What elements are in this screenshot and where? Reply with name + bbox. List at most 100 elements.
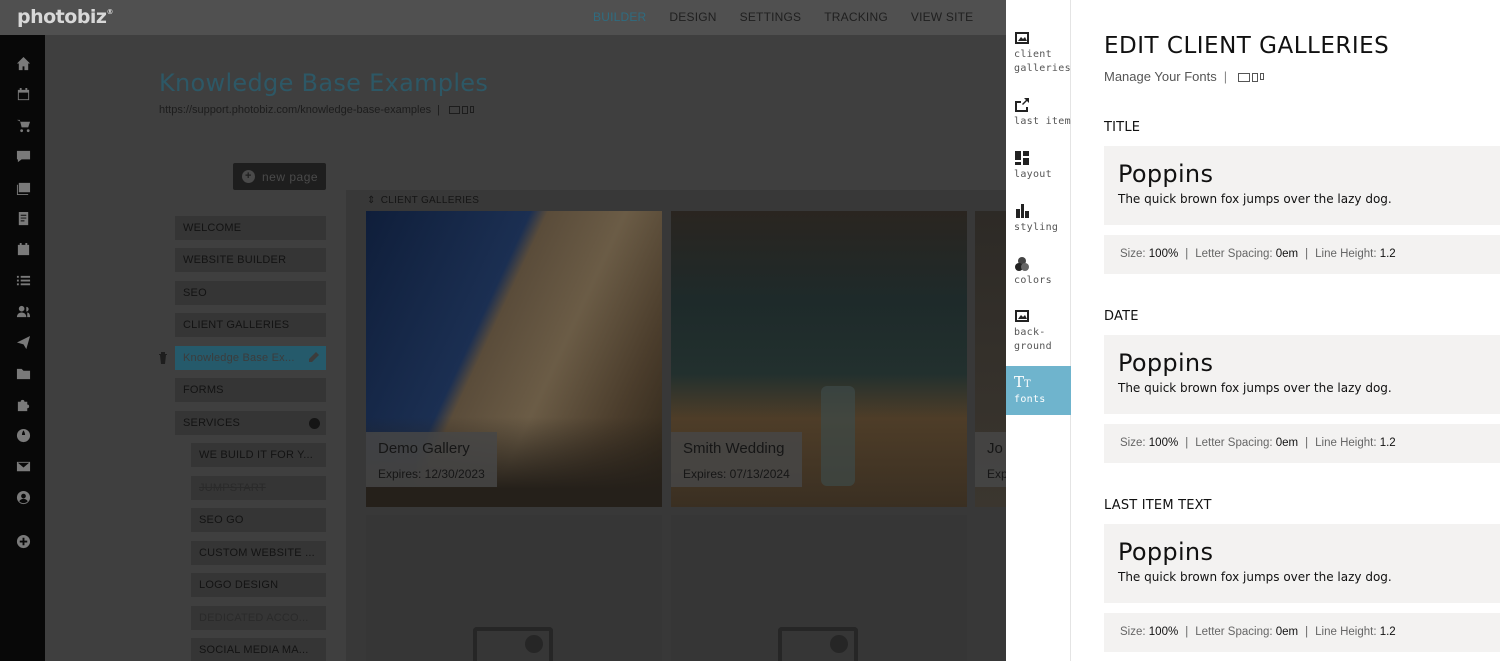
gallery-card-demo[interactable]: Demo Gallery Expires: 12/30/2023 xyxy=(366,211,662,507)
page-item-welcome[interactable]: WELCOME xyxy=(175,216,326,240)
font-size-value: 100% xyxy=(1148,437,1179,449)
home-icon[interactable] xyxy=(15,55,31,71)
page-item-knowledge-base[interactable]: Knowledge Base Ex... xyxy=(175,346,326,370)
device-preview-icons[interactable] xyxy=(449,106,475,115)
tab-colors[interactable]: colors xyxy=(1006,256,1071,306)
section-heading-last-item: LAST ITEM TEXT xyxy=(1104,498,1212,513)
gallery-caption: Smith Wedding Expires: 07/13/2024 xyxy=(671,432,802,487)
tab-client-galleries[interactable]: client galleries xyxy=(1006,30,1071,80)
tab-fonts[interactable]: TT fonts xyxy=(1006,366,1071,415)
tablet-icon[interactable] xyxy=(462,106,469,115)
globe-icon[interactable] xyxy=(15,427,31,443)
puzzle-icon[interactable] xyxy=(15,396,31,412)
tab-background[interactable]: back- ground xyxy=(1006,308,1071,358)
module-label: ⇕ CLIENT GALLERIES xyxy=(367,195,480,206)
gallery-name: Demo Gallery xyxy=(378,440,470,457)
plus-icon: + xyxy=(242,170,255,183)
edit-panel: EDIT CLIENT GALLERIES Manage Your Fonts |… xyxy=(1071,0,1500,661)
device-preview-icons[interactable] xyxy=(1237,73,1264,83)
nav-builder[interactable]: BUILDER xyxy=(593,0,646,35)
page-item-forms[interactable]: FORMS xyxy=(175,378,326,402)
list-icon[interactable] xyxy=(15,272,31,288)
font-name: Poppins xyxy=(1118,349,1214,377)
image-placeholder-icon xyxy=(778,627,858,661)
new-page-button[interactable]: + new page xyxy=(233,163,326,190)
tab-last-item[interactable]: last item xyxy=(1006,97,1071,147)
contacts-icon[interactable] xyxy=(15,303,31,319)
cart-icon[interactable] xyxy=(15,117,31,133)
line-height-value: 1.2 xyxy=(1379,626,1396,638)
add-icon[interactable] xyxy=(15,533,31,549)
page-url[interactable]: https://support.photobiz.com/knowledge-b… xyxy=(159,104,431,116)
font-preview-date[interactable]: Poppins The quick brown fox jumps over t… xyxy=(1104,335,1500,414)
pencil-icon[interactable] xyxy=(308,351,320,363)
gallery-expiry: Exp xyxy=(987,467,1006,481)
page-item-client-galleries[interactable]: CLIENT GALLERIES xyxy=(175,313,326,337)
trash-icon[interactable] xyxy=(158,352,168,364)
font-size-value: 100% xyxy=(1148,626,1179,638)
page-item-label: SERVICES xyxy=(183,417,241,429)
page-item-seo-go[interactable]: SEO GO xyxy=(191,508,326,532)
gallery-placeholder xyxy=(366,515,662,661)
tab-styling[interactable]: styling xyxy=(1006,203,1071,253)
tablet-icon[interactable] xyxy=(1251,73,1258,83)
folder-icon[interactable] xyxy=(15,365,31,381)
font-settings-last-item[interactable]: Size: 100% | Letter Spacing: 0em | Line Heig… xyxy=(1104,613,1500,652)
desktop-icon[interactable] xyxy=(1237,73,1250,83)
account-icon[interactable] xyxy=(15,489,31,505)
fonts-icon: TT xyxy=(1014,373,1031,391)
page-item-label: Knowledge Base Ex... xyxy=(183,352,295,364)
gallery-caption: Jo Exp xyxy=(975,432,1006,487)
page-item-we-build[interactable]: WE BUILD IT FOR Y... xyxy=(191,443,326,467)
section-heading-date: DATE xyxy=(1104,309,1139,324)
drag-handle-icon[interactable]: ⇕ xyxy=(367,195,376,206)
tab-layout[interactable]: layout xyxy=(1006,150,1071,200)
font-name: Poppins xyxy=(1118,160,1214,188)
image-icon xyxy=(1015,32,1029,44)
font-settings-date[interactable]: Size: 100% | Letter Spacing: 0em | Line Heig… xyxy=(1104,424,1500,463)
page-item-seo[interactable]: SEO xyxy=(175,281,326,305)
font-preview-title[interactable]: Poppins The quick brown fox jumps over t… xyxy=(1104,146,1500,225)
document-icon[interactable] xyxy=(15,210,31,226)
photobiz-logo[interactable]: photobiz® xyxy=(17,6,113,28)
page-item-dedicated[interactable]: DEDICATED ACCO... xyxy=(191,606,326,630)
gallery-placeholder xyxy=(671,515,967,661)
mail-icon[interactable] xyxy=(15,458,31,474)
send-icon[interactable] xyxy=(15,334,31,350)
font-settings-title[interactable]: Size: 100% | Letter Spacing: 0em | Line Heig… xyxy=(1104,235,1500,274)
gallery-card-smith[interactable]: Smith Wedding Expires: 07/13/2024 xyxy=(671,211,967,507)
gallery-card-partial[interactable]: Jo Exp xyxy=(975,211,1006,507)
top-bar: photobiz® BUILDER DESIGN SETTINGS TRACKI… xyxy=(0,0,1006,35)
nav-design[interactable]: DESIGN xyxy=(669,0,716,35)
tab-label: fonts xyxy=(1014,394,1046,405)
page-item-logo-design[interactable]: LOGO DESIGN xyxy=(191,573,326,597)
event-icon[interactable] xyxy=(15,241,31,257)
page-item-services[interactable]: SERVICES xyxy=(175,411,326,435)
page-item-custom-website[interactable]: CUSTOM WEBSITE ... xyxy=(191,541,326,565)
page-item-social-media[interactable]: SOCIAL MEDIA MA... xyxy=(191,638,326,661)
tab-label: layout xyxy=(1014,169,1052,180)
page-url-row: https://support.photobiz.com/knowledge-b… xyxy=(159,104,475,116)
line-height-value: 1.2 xyxy=(1379,248,1396,260)
gallery-icon[interactable] xyxy=(15,179,31,195)
phone-icon[interactable] xyxy=(470,106,475,114)
calendar-icon[interactable] xyxy=(15,86,31,102)
chevron-down-icon[interactable] xyxy=(309,418,320,429)
image-placeholder-icon xyxy=(473,627,553,661)
share-icon xyxy=(1015,98,1029,112)
page-item-jumpstart[interactable]: JUMPSTART xyxy=(191,476,326,500)
nav-settings[interactable]: SETTINGS xyxy=(740,0,802,35)
section-heading-title: TITLE xyxy=(1104,120,1141,135)
tab-label: styling xyxy=(1014,222,1059,233)
tab-label: back- ground xyxy=(1014,327,1052,352)
chat-icon[interactable] xyxy=(15,148,31,164)
font-preview-last-item[interactable]: Poppins The quick brown fox jumps over t… xyxy=(1104,524,1500,603)
builder-main: Knowledge Base Examples https://support.… xyxy=(45,35,1006,661)
phone-icon[interactable] xyxy=(1259,73,1264,81)
font-sample: The quick brown fox jumps over the lazy … xyxy=(1118,381,1392,395)
page-item-website-builder[interactable]: WEBSITE BUILDER xyxy=(175,248,326,272)
nav-tracking[interactable]: TRACKING xyxy=(824,0,888,35)
desktop-icon[interactable] xyxy=(449,106,461,115)
font-name: Poppins xyxy=(1118,538,1214,566)
nav-view-site[interactable]: VIEW SITE xyxy=(911,0,973,35)
